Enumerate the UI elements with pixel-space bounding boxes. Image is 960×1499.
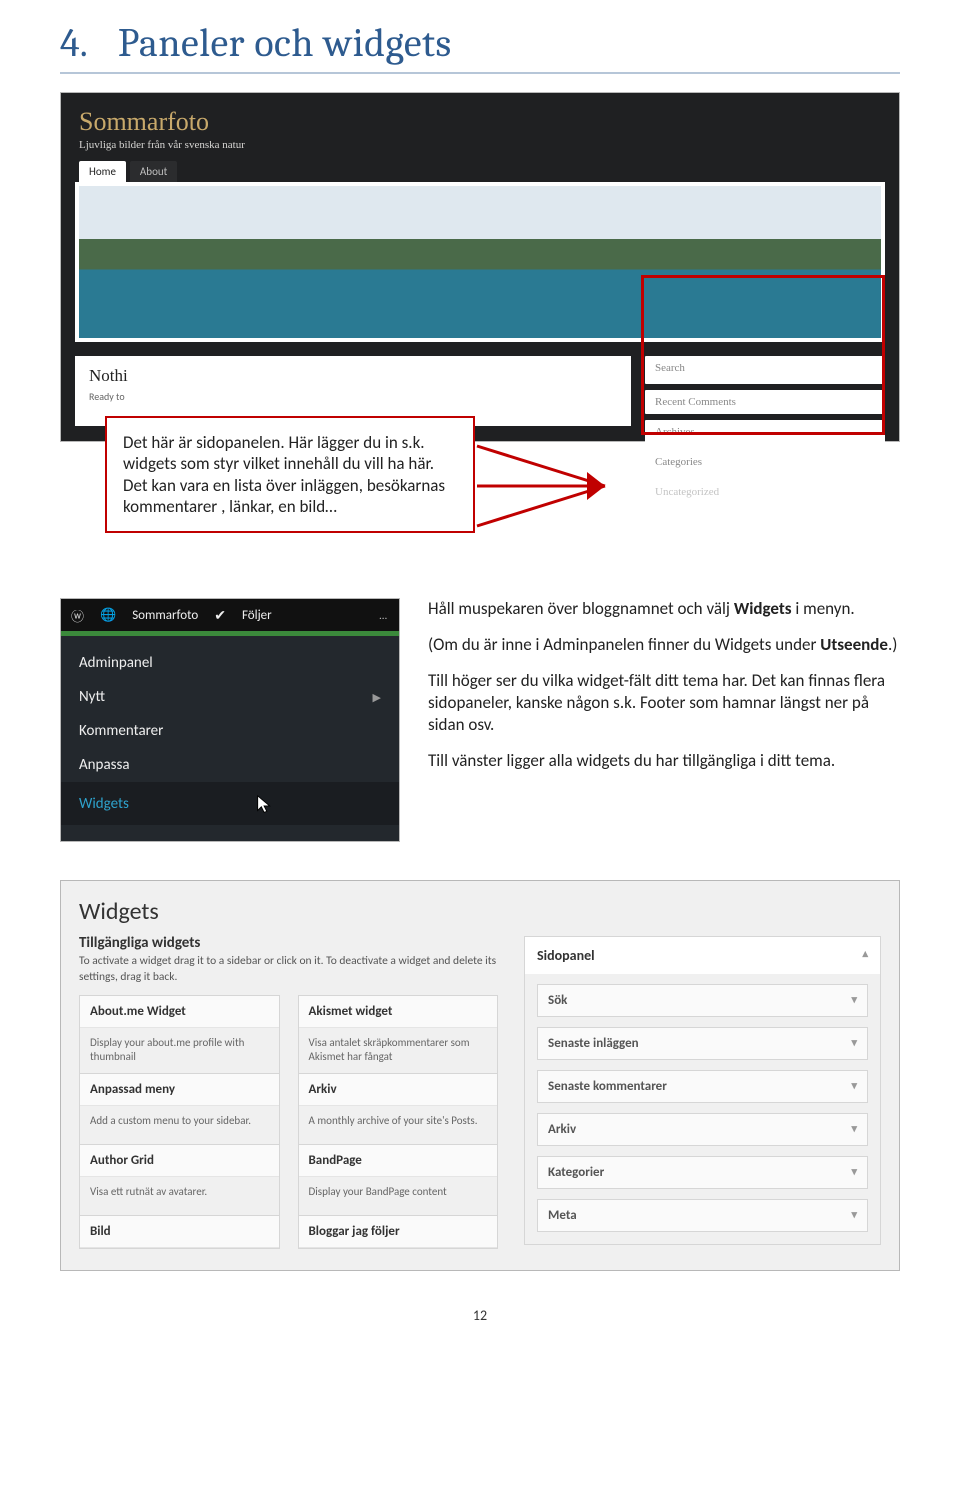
text: Till höger ser du vilka widget-fält ditt… [428, 670, 900, 736]
menu-adminpanel[interactable]: Adminpanel [61, 646, 399, 680]
widget-card-desc: Display your BandPage content [299, 1177, 498, 1215]
text: .) [888, 634, 897, 655]
sidebar-widget-label: Senaste kommentarer [548, 1079, 667, 1094]
blog-nav: Home About [61, 161, 899, 182]
text: (Om du är inne i Adminpanelen finner du … [428, 634, 820, 655]
widget-card-title: Bloggar jag följer [299, 1216, 498, 1248]
widget-card-title: Anpassad meny [80, 1074, 279, 1106]
topbar-following[interactable]: Följer [242, 608, 272, 623]
sidebar-widget-row[interactable]: Senaste inläggen ▾ [537, 1027, 868, 1060]
chevron-right-icon: ▶ [373, 691, 381, 704]
section-heading: 4. Paneler och widgets [60, 20, 900, 66]
cursor-icon [254, 794, 276, 821]
available-widgets-column: Tillgängliga widgets To activate a widge… [79, 934, 498, 1248]
text: i menyn. [792, 598, 855, 619]
widget-card[interactable]: Bild [79, 1215, 280, 1249]
blog-preview-screenshot: Sommarfoto Ljuvliga bilder från vår sven… [60, 92, 900, 442]
widget-card-desc: Display your about.me profile with thumb… [80, 1028, 279, 1073]
bold-widgets: Widgets [734, 598, 792, 619]
blog-title: Sommarfoto [61, 93, 899, 139]
sidebar-panel-header[interactable]: Sidopanel ▴ [525, 937, 880, 974]
sidebar-widget-label: Arkiv [548, 1122, 576, 1137]
widget-card-title: Author Grid [80, 1145, 279, 1177]
sidebar-widgets-column: Sidopanel ▴ Sök▾Senaste inläggen▾Senaste… [524, 934, 881, 1248]
follow-check-icon[interactable]: ✔ [214, 607, 226, 624]
menu-widgets[interactable]: Widgets [61, 782, 399, 825]
sidebar-widget-row[interactable]: Arkiv ▾ [537, 1113, 868, 1146]
available-help: To activate a widget drag it to a sideba… [79, 954, 498, 985]
wordpress-icon[interactable]: ⓦ [71, 606, 84, 625]
blog-hero-image [75, 182, 885, 342]
widget-card-desc: Add a custom menu to your sidebar. [80, 1106, 279, 1144]
menu-nytt[interactable]: Nytt▶ [61, 680, 399, 714]
widget-card[interactable]: About.me WidgetDisplay your about.me pro… [79, 995, 280, 1074]
instruction-paragraphs: Håll muspekaren över bloggnamnet och väl… [428, 598, 900, 787]
nav-tab-home[interactable]: Home [79, 161, 126, 182]
widget-card[interactable]: Anpassad menyAdd a custom menu to your s… [79, 1073, 280, 1145]
menu-kommentarer[interactable]: Kommentarer [61, 714, 399, 748]
widgets-title: Widgets [79, 897, 881, 926]
widget-card-title: BandPage [299, 1145, 498, 1177]
heading-rule [60, 72, 900, 74]
widget-card-title: Akismet widget [299, 996, 498, 1028]
widget-card-desc: Visa antalet skräpkommentarer som Akisme… [299, 1028, 498, 1073]
sidebar-widget-label: Senaste inläggen [548, 1036, 639, 1051]
chevron-up-icon: ▴ [862, 947, 868, 964]
admin-dropdown-menu: Adminpanel Nytt▶ Kommentarer Anpassa Wid… [61, 636, 399, 841]
sidebar-widget-row[interactable]: Senaste kommentarer ▾ [537, 1070, 868, 1103]
chevron-down-icon: ▾ [851, 1208, 857, 1223]
callout-text: Det här är sidopanelen. Här lägger du in… [105, 416, 475, 533]
sidebar-item: Archives [645, 420, 885, 444]
chevron-down-icon: ▾ [851, 993, 857, 1008]
sidebar-widget-label: Meta [548, 1208, 577, 1223]
available-subtitle: Tillgängliga widgets [79, 934, 498, 952]
menu-anpassa[interactable]: Anpassa [61, 748, 399, 782]
chevron-down-icon: ▾ [851, 1122, 857, 1137]
chevron-down-icon: ▾ [851, 1036, 857, 1051]
widget-card-title: About.me Widget [80, 996, 279, 1028]
main-sub: Ready to [89, 390, 617, 403]
sidebar-item: Categories [645, 450, 885, 474]
topbar-dots: … [379, 609, 387, 622]
globe-icon[interactable]: 🌐 [100, 608, 116, 623]
widget-card[interactable]: ArkivA monthly archive of your site's Po… [298, 1073, 499, 1145]
heading-number: 4. [60, 20, 88, 66]
text: Till vänster ligger alla widgets du har … [428, 750, 900, 772]
sidebar-widget-label: Sök [548, 993, 567, 1008]
blog-tagline: Ljuvliga bilder från vår svenska natur [61, 139, 899, 161]
heading-title: Paneler och widgets [118, 20, 452, 66]
admin-topbar: ⓦ 🌐 Sommarfoto ✔ Följer … [61, 599, 399, 631]
blog-sidebar: Search Recent Comments Archives Categori… [645, 356, 885, 504]
widgets-admin-screenshot: Widgets Tillgängliga widgets To activate… [60, 880, 900, 1271]
admin-menu-screenshot: ⓦ 🌐 Sommarfoto ✔ Följer … Adminpanel Nyt… [60, 598, 400, 842]
sidebar-panel-title: Sidopanel [537, 947, 595, 964]
sidebar-widget-row[interactable]: Meta ▾ [537, 1199, 868, 1232]
arrow-icon [475, 426, 645, 546]
widget-card[interactable]: BandPageDisplay your BandPage content [298, 1144, 499, 1216]
main-heading: Nothi [89, 366, 617, 386]
widget-card[interactable]: Author GridVisa ett rutnät av avatarer. [79, 1144, 280, 1216]
widget-card-title: Arkiv [299, 1074, 498, 1106]
nav-tab-about[interactable]: About [130, 161, 177, 182]
widget-card-desc: Visa ett rutnät av avatarer. [80, 1177, 279, 1215]
widget-card-title: Bild [80, 1216, 279, 1248]
chevron-down-icon: ▾ [851, 1165, 857, 1180]
chevron-down-icon: ▾ [851, 1079, 857, 1094]
widget-card-desc: A monthly archive of your site's Posts. [299, 1106, 498, 1144]
bold-utseende: Utseende [820, 634, 888, 655]
sidebar-item: Uncategorized [645, 480, 885, 504]
page-number: 12 [60, 1307, 900, 1324]
sidebar-widget-row[interactable]: Sök ▾ [537, 984, 868, 1017]
sidebar-item[interactable]: Search [645, 356, 885, 384]
sidebar-widget-row[interactable]: Kategorier ▾ [537, 1156, 868, 1189]
topbar-site-name[interactable]: Sommarfoto [132, 608, 198, 623]
widget-card[interactable]: Bloggar jag följer [298, 1215, 499, 1249]
sidebar-item: Recent Comments [645, 390, 885, 414]
text: Håll muspekaren över bloggnamnet och väl… [428, 598, 734, 619]
widget-card[interactable]: Akismet widgetVisa antalet skräpkommenta… [298, 995, 499, 1074]
sidebar-widget-label: Kategorier [548, 1165, 604, 1180]
